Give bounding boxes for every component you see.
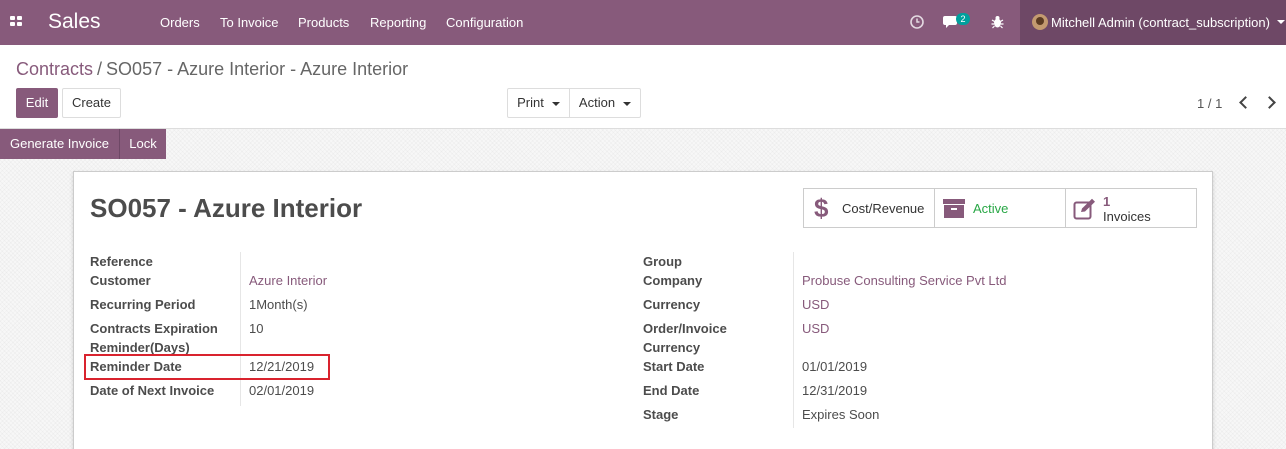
breadcrumb-current: SO057 - Azure Interior - Azure Interior xyxy=(106,59,409,79)
bug-icon[interactable] xyxy=(991,15,1004,29)
expiration-reminder-label-line2: Reminder(Days) xyxy=(90,340,190,355)
avatar xyxy=(1032,14,1048,30)
left-column-separator xyxy=(240,252,241,406)
menu-reporting[interactable]: Reporting xyxy=(370,15,426,30)
dollar-icon: $ xyxy=(814,193,829,223)
breadcrumb-separator: / xyxy=(97,59,103,79)
app-name: Sales xyxy=(48,10,101,33)
apps-icon[interactable] xyxy=(10,16,23,28)
group-label: Group xyxy=(643,254,682,269)
recurring-period-field[interactable]: 1Month(s) xyxy=(249,297,308,312)
company-label: Company xyxy=(643,273,703,288)
edit-button[interactable]: Edit xyxy=(16,88,58,118)
caret-down-icon xyxy=(1277,20,1285,24)
cost-revenue-label: Cost/Revenue xyxy=(842,201,925,216)
caret-down-icon xyxy=(551,101,560,106)
recurring-period-label: Recurring Period xyxy=(90,297,196,312)
currency-field[interactable]: USD xyxy=(802,297,829,312)
pager-next-icon[interactable] xyxy=(1264,93,1278,111)
invoices-button[interactable]: 1 Invoices xyxy=(1066,189,1196,227)
stage-field[interactable]: Expires Soon xyxy=(802,407,879,422)
expiration-reminder-field[interactable]: 10 xyxy=(249,321,263,336)
end-date-field[interactable]: 12/31/2019 xyxy=(802,383,867,398)
order-currency-label-line1: Order/Invoice xyxy=(643,321,727,336)
print-dropdown[interactable]: Print xyxy=(507,88,570,118)
active-toggle-button[interactable]: Active xyxy=(935,189,1066,227)
reminder-date-highlight xyxy=(84,354,330,380)
edit-icon xyxy=(1073,198,1095,220)
next-invoice-field[interactable]: 02/01/2019 xyxy=(249,383,314,398)
clock-icon[interactable] xyxy=(910,15,924,29)
invoices-label: Invoices xyxy=(1103,209,1151,224)
menu-products[interactable]: Products xyxy=(298,15,349,30)
order-currency-field[interactable]: USD xyxy=(802,321,829,336)
expiration-reminder-label-line1: Contracts Expiration xyxy=(90,321,218,336)
lock-button[interactable]: Lock xyxy=(119,129,166,159)
company-field[interactable]: Probuse Consulting Service Pvt Ltd xyxy=(802,273,1007,288)
print-label: Print xyxy=(517,95,544,110)
customer-label: Customer xyxy=(90,273,151,288)
end-date-label: End Date xyxy=(643,383,700,398)
generate-invoice-button[interactable]: Generate Invoice xyxy=(0,129,119,159)
currency-label: Currency xyxy=(643,297,701,312)
top-navbar: Sales Orders To Invoice Products Reporti… xyxy=(0,0,1286,45)
smart-buttons: $ Cost/Revenue Active 1 Invoices xyxy=(803,188,1197,228)
menu-configuration[interactable]: Configuration xyxy=(446,15,523,30)
stage-label: Stage xyxy=(643,407,679,422)
messages-count-badge: 2 xyxy=(956,13,970,25)
user-menu[interactable]: Mitchell Admin (contract_subscription) xyxy=(1020,0,1286,45)
invoices-count: 1 xyxy=(1103,194,1111,209)
order-currency-label-line2: Currency xyxy=(643,340,701,355)
create-button[interactable]: Create xyxy=(62,88,121,118)
start-date-field[interactable]: 01/01/2019 xyxy=(802,359,867,374)
menu-orders[interactable]: Orders xyxy=(160,15,200,30)
breadcrumb: Contracts / SO057 - Azure Interior - Azure… xyxy=(16,59,408,80)
user-name: Mitchell Admin (contract_subscription) xyxy=(1051,15,1270,30)
action-label: Action xyxy=(578,95,616,110)
record-title: SO057 - Azure Interior xyxy=(90,193,363,223)
customer-field[interactable]: Azure Interior xyxy=(249,273,327,288)
active-label: Active xyxy=(973,201,1009,216)
right-column-separator xyxy=(793,252,794,428)
caret-down-icon xyxy=(623,101,632,106)
action-dropdown[interactable]: Action xyxy=(569,88,641,118)
archive-icon xyxy=(943,199,965,218)
start-date-label: Start Date xyxy=(643,359,705,374)
breadcrumb-contracts[interactable]: Contracts xyxy=(16,59,93,79)
pager-value[interactable]: 1 / 1 xyxy=(1197,96,1222,111)
menu-to-invoice[interactable]: To Invoice xyxy=(220,15,279,30)
next-invoice-label: Date of Next Invoice xyxy=(90,383,215,398)
reference-label: Reference xyxy=(90,254,153,269)
cost-revenue-button[interactable]: $ Cost/Revenue xyxy=(804,189,935,227)
pager-previous-icon[interactable] xyxy=(1236,93,1250,111)
